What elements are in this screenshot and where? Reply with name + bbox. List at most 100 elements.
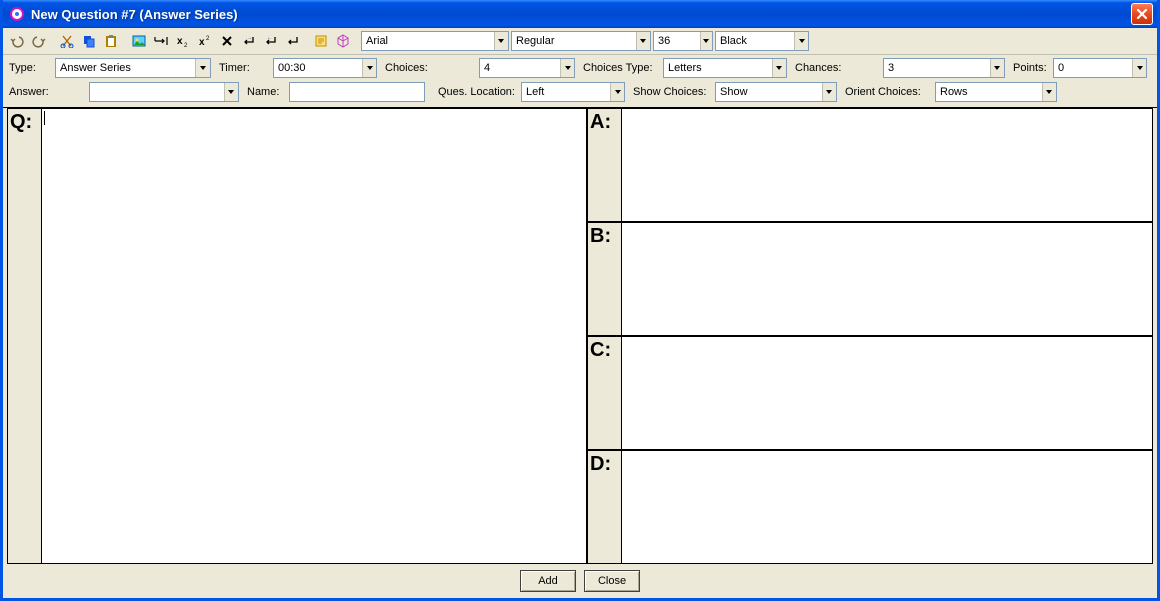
name-field[interactable] xyxy=(289,82,425,102)
points-input[interactable] xyxy=(1054,59,1132,77)
timer-input[interactable] xyxy=(274,59,362,77)
name-input[interactable] xyxy=(290,83,424,101)
name-label: Name: xyxy=(243,86,285,98)
window-close-button[interactable] xyxy=(1131,3,1153,25)
chances-label: Chances: xyxy=(791,62,879,74)
font-size-input[interactable] xyxy=(654,32,700,50)
ques-location-label: Ques. Location: xyxy=(429,86,517,98)
chevron-down-icon[interactable] xyxy=(794,32,808,50)
timer-label: Timer: xyxy=(215,62,269,74)
chevron-down-icon[interactable] xyxy=(822,83,836,101)
answer-combo[interactable] xyxy=(89,82,239,102)
footer: Add Close xyxy=(3,564,1157,598)
return-right-icon[interactable]: ← xyxy=(261,31,281,51)
answer-label-c: C: xyxy=(588,337,622,449)
chevron-down-icon[interactable] xyxy=(1132,59,1146,77)
answer-label-a: A: xyxy=(588,109,622,221)
config-panel: Type: Timer: Choices: Choices Type: Chan… xyxy=(3,55,1157,108)
svg-text:2: 2 xyxy=(184,43,188,48)
answer-row-b: B: xyxy=(588,223,1152,337)
cube-icon[interactable] xyxy=(333,31,353,51)
type-input[interactable] xyxy=(56,59,195,77)
show-choices-combo[interactable] xyxy=(715,82,837,102)
ques-location-input[interactable] xyxy=(522,83,610,101)
add-button[interactable]: Add xyxy=(520,570,576,592)
answer-label-d: D: xyxy=(588,451,622,563)
font-style-input[interactable] xyxy=(512,32,636,50)
svg-text:x: x xyxy=(199,37,205,48)
editor-area: Q: A: B: C: D: xyxy=(7,108,1153,564)
redo-icon[interactable] xyxy=(29,31,49,51)
toolbar: x2 x2 → ← xyxy=(3,28,1157,55)
answer-row-a: A: xyxy=(588,109,1152,223)
show-choices-label: Show Choices: xyxy=(629,86,711,98)
config-row-2: Answer: Name: Ques. Location: Show Choic… xyxy=(9,82,1151,102)
chances-input[interactable] xyxy=(884,59,990,77)
points-combo[interactable] xyxy=(1053,58,1147,78)
answer-textarea-a[interactable] xyxy=(622,109,1152,221)
orient-choices-label: Orient Choices: xyxy=(841,86,931,98)
choices-type-input[interactable] xyxy=(664,59,772,77)
font-color-combo[interactable] xyxy=(715,31,809,51)
chevron-down-icon[interactable] xyxy=(636,32,650,50)
svg-text:←: ← xyxy=(267,35,272,41)
answer-row-d: D: xyxy=(588,451,1152,563)
superscript-icon[interactable]: x2 xyxy=(195,31,215,51)
paste-icon[interactable] xyxy=(101,31,121,51)
chevron-down-icon[interactable] xyxy=(195,59,210,77)
chevron-down-icon[interactable] xyxy=(610,83,624,101)
answer-label-b: B: xyxy=(588,223,622,335)
return-icon[interactable] xyxy=(283,31,303,51)
type-combo[interactable] xyxy=(55,58,211,78)
copy-icon[interactable] xyxy=(79,31,99,51)
cut-icon[interactable] xyxy=(57,31,77,51)
answer-textarea-d[interactable] xyxy=(622,451,1152,563)
titlebar[interactable]: New Question #7 (Answer Series) xyxy=(3,0,1157,28)
chevron-down-icon[interactable] xyxy=(362,59,376,77)
question-column: Q: xyxy=(8,109,588,563)
window-title: New Question #7 (Answer Series) xyxy=(31,7,1131,22)
font-family-combo[interactable] xyxy=(361,31,509,51)
points-label: Points: xyxy=(1009,62,1049,74)
question-textarea[interactable] xyxy=(42,109,586,563)
font-style-combo[interactable] xyxy=(511,31,651,51)
chevron-down-icon[interactable] xyxy=(1042,83,1056,101)
ques-location-combo[interactable] xyxy=(521,82,625,102)
chevron-down-icon[interactable] xyxy=(700,32,712,50)
question-label: Q: xyxy=(8,109,42,563)
close-button[interactable]: Close xyxy=(584,570,640,592)
chevron-down-icon[interactable] xyxy=(990,59,1004,77)
answer-input[interactable] xyxy=(90,83,224,101)
note-icon[interactable] xyxy=(311,31,331,51)
font-color-input[interactable] xyxy=(716,32,794,50)
choices-input[interactable] xyxy=(480,59,560,77)
tab-icon[interactable] xyxy=(151,31,171,51)
image-icon[interactable] xyxy=(129,31,149,51)
svg-text:x: x xyxy=(177,36,183,47)
chevron-down-icon[interactable] xyxy=(560,59,574,77)
timer-combo[interactable] xyxy=(273,58,377,78)
choices-type-combo[interactable] xyxy=(663,58,787,78)
font-size-combo[interactable] xyxy=(653,31,713,51)
chevron-down-icon[interactable] xyxy=(772,59,786,77)
choices-combo[interactable] xyxy=(479,58,575,78)
svg-text:2: 2 xyxy=(206,36,210,42)
chevron-down-icon[interactable] xyxy=(224,83,238,101)
svg-text:→: → xyxy=(247,35,252,41)
font-family-input[interactable] xyxy=(362,32,494,50)
chances-combo[interactable] xyxy=(883,58,1005,78)
clear-format-icon[interactable] xyxy=(217,31,237,51)
undo-icon[interactable] xyxy=(7,31,27,51)
answer-textarea-b[interactable] xyxy=(622,223,1152,335)
app-icon xyxy=(9,6,25,22)
show-choices-input[interactable] xyxy=(716,83,822,101)
answer-row-c: C: xyxy=(588,337,1152,451)
chevron-down-icon[interactable] xyxy=(494,32,508,50)
return-left-icon[interactable]: → xyxy=(239,31,259,51)
orient-choices-combo[interactable] xyxy=(935,82,1057,102)
orient-choices-input[interactable] xyxy=(936,83,1042,101)
choices-label: Choices: xyxy=(381,62,475,74)
answer-textarea-c[interactable] xyxy=(622,337,1152,449)
answer-label: Answer: xyxy=(9,86,85,98)
subscript-icon[interactable]: x2 xyxy=(173,31,193,51)
